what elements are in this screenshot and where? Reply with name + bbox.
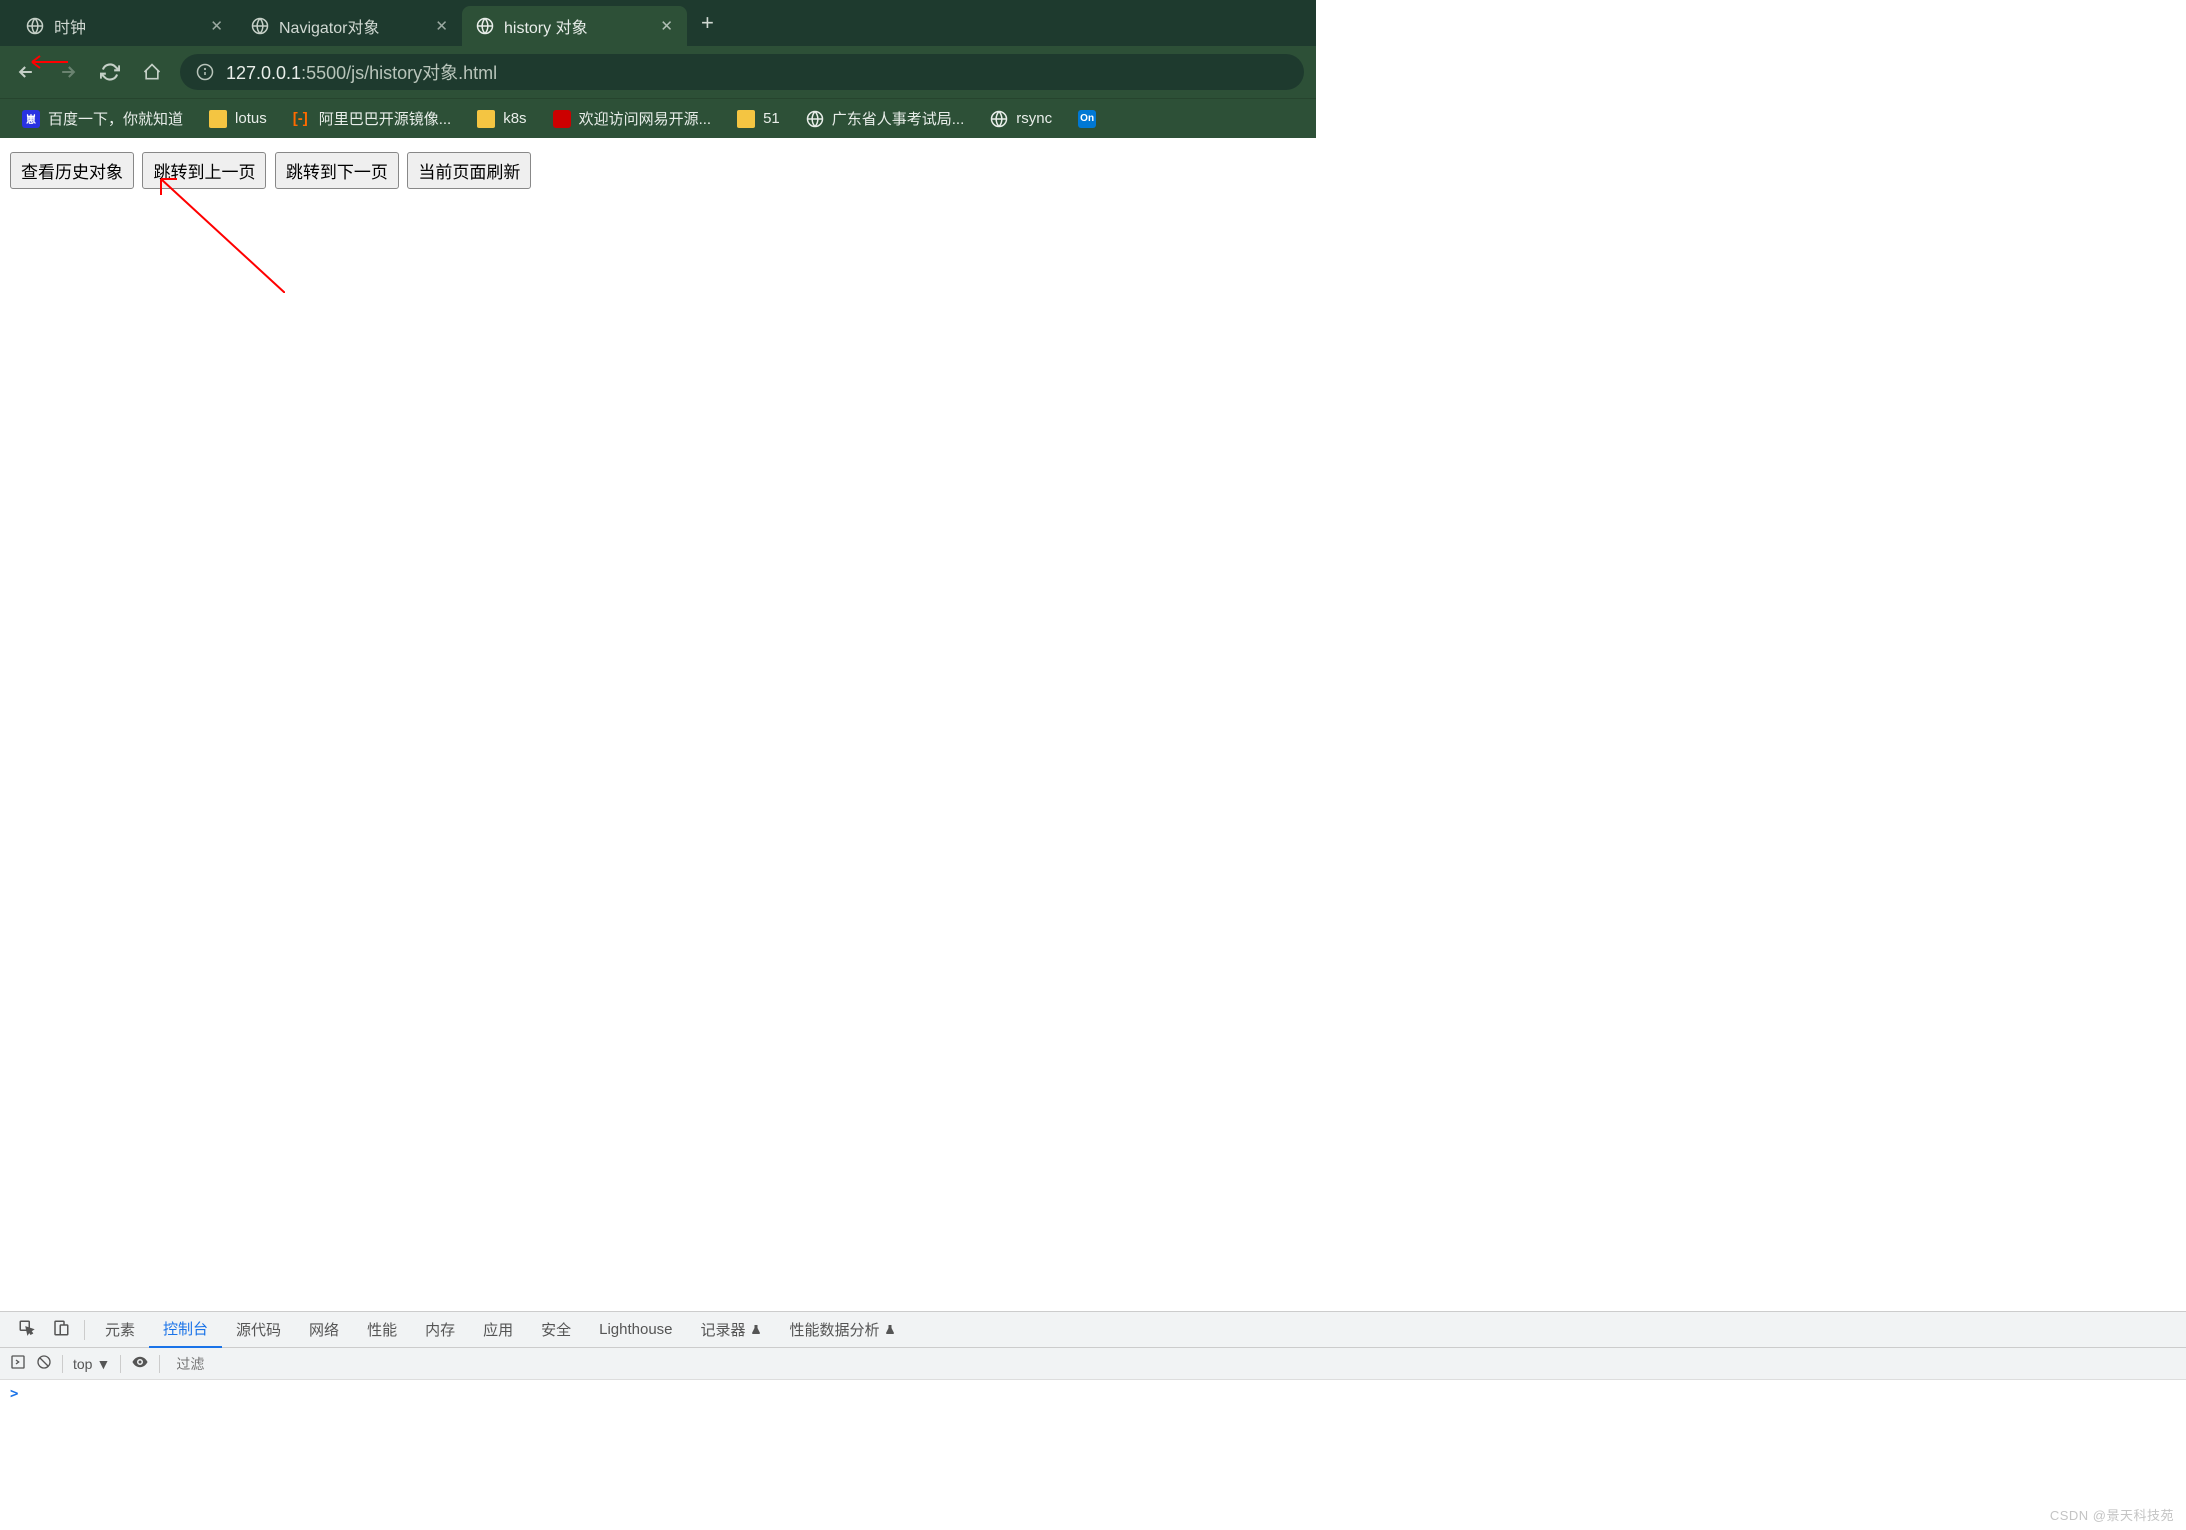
- live-expression-icon[interactable]: [131, 1353, 149, 1374]
- inspect-element-icon[interactable]: [10, 1319, 44, 1341]
- back-button[interactable]: [12, 58, 40, 86]
- devtools-panel: 元素 控制台 源代码 网络 性能 内存 应用 安全 Lighthouse 记录器…: [0, 1311, 2186, 1530]
- chevron-down-icon: ▼: [96, 1356, 110, 1372]
- nav-bar: 127.0.0.1:5500/js/history对象.html: [0, 46, 1316, 98]
- console-prompt: >: [10, 1386, 18, 1402]
- forward-button: [54, 58, 82, 86]
- bookmarks-bar: 崽 百度一下，你就知道 lotus [-] 阿里巴巴开源镜像... k8s 欢迎…: [0, 98, 1316, 138]
- browser-chrome: 时钟 ✕ Navigator对象 ✕ history 对象 ✕ +: [0, 0, 1316, 138]
- devtools-tab-performance[interactable]: 性能: [353, 1312, 411, 1348]
- devtools-tab-elements[interactable]: 元素: [91, 1312, 149, 1348]
- tab-strip: 时钟 ✕ Navigator对象 ✕ history 对象 ✕ +: [0, 0, 1316, 46]
- devtools-tab-perf-insights[interactable]: 性能数据分析: [776, 1312, 910, 1348]
- toggle-drawer-icon[interactable]: [10, 1354, 26, 1373]
- watermark: CSDN @景天科技苑: [2050, 1505, 2174, 1524]
- flask-icon: [750, 1324, 762, 1336]
- clear-console-icon[interactable]: [36, 1354, 52, 1373]
- devtools-tab-security[interactable]: 安全: [527, 1312, 585, 1348]
- folder-icon: [737, 110, 755, 128]
- globe-icon: [251, 17, 269, 35]
- bookmark-onedrive[interactable]: On: [1068, 106, 1106, 132]
- bookmark-k8s[interactable]: k8s: [467, 106, 536, 132]
- bookmark-netease[interactable]: 欢迎访问网易开源...: [543, 104, 722, 133]
- bookmark-51[interactable]: 51: [727, 106, 790, 132]
- bookmark-baidu[interactable]: 崽 百度一下，你就知道: [12, 104, 193, 133]
- tab-navigator[interactable]: Navigator对象 ✕: [237, 6, 462, 46]
- devtools-tab-network[interactable]: 网络: [295, 1312, 353, 1348]
- baidu-icon: 崽: [22, 110, 40, 128]
- devtools-tab-recorder[interactable]: 记录器: [687, 1312, 776, 1348]
- page-content: 查看历史对象 跳转到上一页 跳转到下一页 当前页面刷新: [0, 138, 1316, 203]
- devtools-tab-sources[interactable]: 源代码: [222, 1312, 295, 1348]
- bookmark-alibaba[interactable]: [-] 阿里巴巴开源镜像...: [283, 104, 462, 133]
- tab-clock[interactable]: 时钟 ✕: [12, 6, 237, 46]
- new-tab-button[interactable]: +: [701, 10, 714, 36]
- devtools-tab-lighthouse[interactable]: Lighthouse: [585, 1312, 686, 1348]
- go-forward-button[interactable]: 跳转到下一页: [275, 152, 399, 189]
- alibaba-icon: [-]: [293, 110, 311, 128]
- filter-input[interactable]: [170, 1354, 2176, 1374]
- device-toggle-icon[interactable]: [44, 1319, 78, 1341]
- reload-button[interactable]: [96, 58, 124, 86]
- tab-title: history 对象: [504, 14, 588, 38]
- tab-history[interactable]: history 对象 ✕: [462, 6, 687, 46]
- globe-icon: [806, 110, 824, 128]
- bookmark-lotus[interactable]: lotus: [199, 106, 277, 132]
- devtools-tab-console[interactable]: 控制台: [149, 1312, 222, 1348]
- globe-icon: [26, 17, 44, 35]
- onedrive-icon: On: [1078, 110, 1096, 128]
- folder-icon: [209, 110, 227, 128]
- tab-title: Navigator对象: [279, 14, 379, 38]
- netease-icon: [553, 110, 571, 128]
- devtools-tabs: 元素 控制台 源代码 网络 性能 内存 应用 安全 Lighthouse 记录器…: [0, 1312, 2186, 1348]
- context-selector[interactable]: top ▼: [73, 1356, 110, 1372]
- close-icon[interactable]: ✕: [210, 17, 223, 35]
- arrow-annotation-goback: [155, 173, 285, 293]
- flask-icon: [884, 1324, 896, 1336]
- view-history-button[interactable]: 查看历史对象: [10, 152, 134, 189]
- address-bar[interactable]: 127.0.0.1:5500/js/history对象.html: [180, 54, 1304, 90]
- refresh-button[interactable]: 当前页面刷新: [407, 152, 531, 189]
- folder-icon: [477, 110, 495, 128]
- console-body[interactable]: >: [0, 1380, 2186, 1530]
- go-back-button[interactable]: 跳转到上一页: [142, 152, 266, 189]
- devtools-tab-application[interactable]: 应用: [469, 1312, 527, 1348]
- bookmark-guangdong[interactable]: 广东省人事考试局...: [796, 104, 975, 133]
- globe-icon: [476, 17, 494, 35]
- close-icon[interactable]: ✕: [660, 17, 673, 35]
- globe-icon: [990, 110, 1008, 128]
- devtools-tab-memory[interactable]: 内存: [411, 1312, 469, 1348]
- tab-title: 时钟: [54, 14, 86, 38]
- info-icon: [196, 63, 214, 81]
- console-toolbar: top ▼: [0, 1348, 2186, 1380]
- home-button[interactable]: [138, 58, 166, 86]
- url-text: 127.0.0.1:5500/js/history对象.html: [226, 59, 497, 85]
- close-icon[interactable]: ✕: [435, 17, 448, 35]
- bookmark-rsync[interactable]: rsync: [980, 106, 1062, 132]
